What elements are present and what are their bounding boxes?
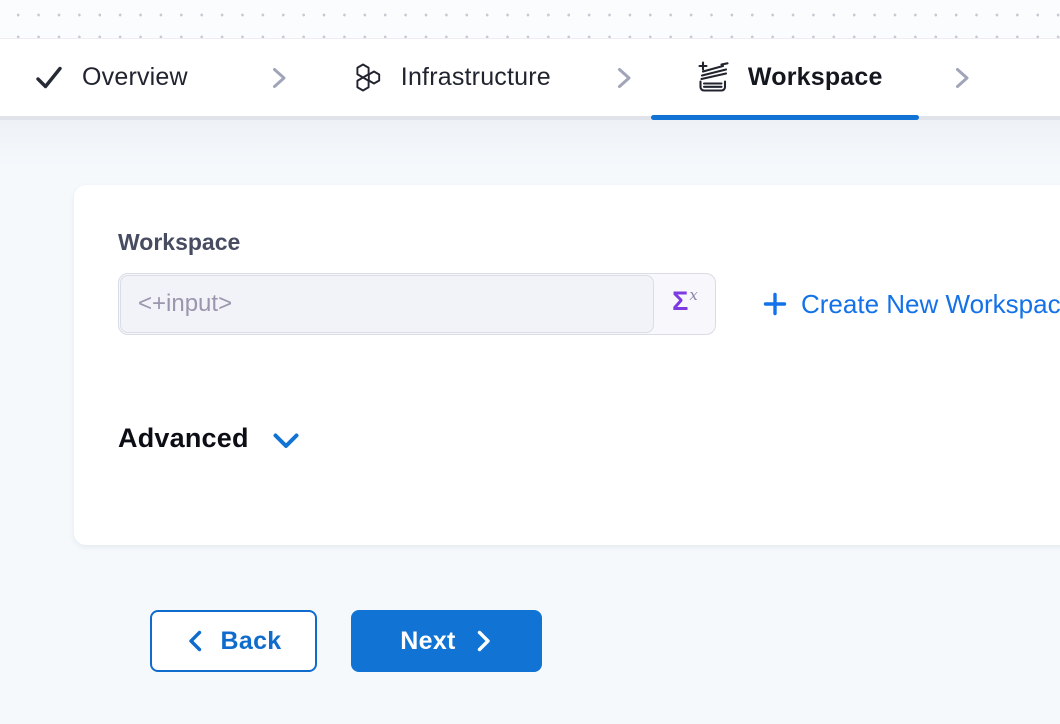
chevron-left-icon (186, 629, 206, 653)
wizard-stepper: Overview Infrastructure (0, 39, 1060, 120)
advanced-label: Advanced (118, 423, 249, 454)
chevron-right-icon (473, 629, 493, 653)
wizard-footer: Back Next (150, 610, 1060, 672)
sigma-sup-x: x (689, 286, 697, 304)
step-workspace-label: Workspace (748, 63, 883, 92)
back-button-label: Back (221, 627, 282, 656)
active-step-underline (651, 115, 919, 120)
workspace-field-row: Σ x Create New Workspace (118, 273, 1060, 335)
chevron-right-icon (610, 64, 638, 92)
wizard-body: Workspace Σ x Create New Workspace Advan… (0, 120, 1060, 724)
workspace-stack-icon (695, 61, 731, 95)
chevron-right-icon (948, 64, 976, 92)
workspace-form-card: Workspace Σ x Create New Workspace Advan… (74, 185, 1060, 545)
step-infrastructure[interactable]: Infrastructure (353, 39, 551, 116)
step-overview-label: Overview (82, 63, 188, 92)
step-infrastructure-label: Infrastructure (401, 63, 551, 92)
check-icon (33, 62, 65, 94)
expression-sigma-button[interactable]: Σ x (655, 274, 715, 334)
hexagon-cluster-icon (353, 62, 384, 93)
dotted-header-strip (0, 0, 1060, 39)
plus-icon (762, 291, 788, 317)
chevron-right-icon (265, 64, 293, 92)
workspace-input[interactable] (120, 275, 654, 333)
sigma-icon: Σ (672, 288, 688, 315)
next-button[interactable]: Next (351, 610, 542, 672)
workspace-input-group: Σ x (118, 273, 716, 335)
chevron-down-icon (271, 431, 301, 453)
create-new-workspace-label: Create New Workspace (801, 289, 1060, 320)
next-button-label: Next (400, 627, 455, 656)
step-workspace[interactable]: Workspace (695, 39, 883, 116)
create-new-workspace-link[interactable]: Create New Workspace (762, 289, 1060, 320)
step-overview[interactable]: Overview (33, 39, 188, 116)
advanced-toggle[interactable]: Advanced (118, 423, 301, 454)
back-button[interactable]: Back (150, 610, 317, 672)
workspace-field-label: Workspace (118, 229, 1060, 256)
